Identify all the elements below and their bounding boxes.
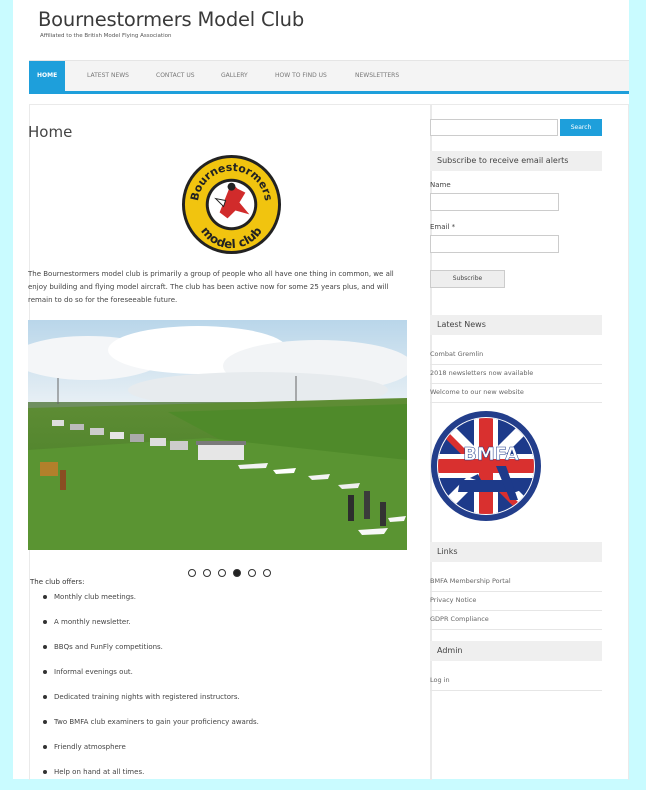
list-item: Informal evenings out. (40, 665, 400, 690)
slider-dot[interactable] (218, 568, 227, 577)
slider-dot-active[interactable] (233, 568, 242, 577)
latest-news-title: Latest News (430, 315, 602, 335)
link-bmfa-membership-portal[interactable]: BMFA Membership Portal (430, 573, 602, 592)
list-item: Two BMFA club examiners to gain your pro… (40, 715, 400, 740)
nav-how-to-find-us[interactable]: HOW TO FIND US (275, 61, 327, 91)
slider-dot[interactable] (203, 568, 212, 577)
list-item: Monthly club meetings. (40, 590, 400, 615)
main-navigation: HOME LATEST NEWS CONTACT US GALLERY HOW … (29, 60, 629, 94)
site-header: Bournestormers Model Club Affiliated to … (13, 0, 629, 60)
airfield-photo (28, 320, 407, 550)
subscribe-button[interactable]: Subscribe (430, 270, 505, 288)
nav-home[interactable]: HOME (29, 61, 66, 91)
news-link-newsletters[interactable]: 2018 newsletters now available (430, 365, 602, 384)
offers-title: The club offers: (30, 578, 85, 586)
search-input[interactable] (430, 119, 558, 136)
links-title: Links (430, 542, 602, 562)
list-item: Dedicated training nights with registere… (40, 690, 400, 715)
search-button[interactable]: Search (560, 119, 602, 136)
name-label: Name (430, 181, 451, 189)
nav-gallery[interactable]: GALLERY (221, 61, 248, 91)
site-description: Affiliated to the British Model Flying A… (40, 33, 172, 39)
link-gdpr-compliance[interactable]: GDPR Compliance (430, 611, 602, 630)
list-item: A monthly newsletter. (40, 615, 400, 640)
list-item: BBQs and FunFly competitions. (40, 640, 400, 665)
link-privacy-notice[interactable]: Privacy Notice (430, 592, 602, 611)
admin-title: Admin (430, 641, 602, 661)
nav-contact-us[interactable]: CONTACT US (156, 61, 195, 91)
slider-dot[interactable] (188, 568, 196, 577)
list-item: Friendly atmosphere (40, 740, 400, 765)
site-title[interactable]: Bournestormers Model Club (38, 8, 304, 31)
news-link-combat-gremlin[interactable]: Combat Gremlin (430, 346, 602, 365)
list-item: Help on hand at all times. (40, 765, 400, 790)
name-field[interactable] (430, 193, 559, 211)
slider-dots (188, 562, 273, 577)
club-logo: Bournestormers model club (181, 154, 282, 255)
page-title: Home (28, 123, 73, 141)
slider-dot[interactable] (263, 568, 272, 577)
bmfa-logo-text: BMFA (463, 444, 519, 465)
intro-paragraph: The Bournestormers model club is primari… (28, 270, 394, 304)
email-label: Email * (430, 223, 456, 231)
news-link-welcome[interactable]: Welcome to our new website (430, 384, 602, 403)
offers-list: Monthly club meetings. A monthly newslet… (40, 590, 400, 790)
email-field[interactable] (430, 235, 559, 253)
subscribe-title: Subscribe to receive email alerts (430, 151, 602, 171)
nav-newsletters[interactable]: NEWSLETTERS (355, 61, 399, 91)
slider-dot[interactable] (248, 568, 257, 577)
bmfa-logo[interactable]: BMFA (430, 410, 542, 522)
nav-latest-news[interactable]: LATEST NEWS (87, 61, 129, 91)
link-log-in[interactable]: Log in (430, 672, 602, 691)
